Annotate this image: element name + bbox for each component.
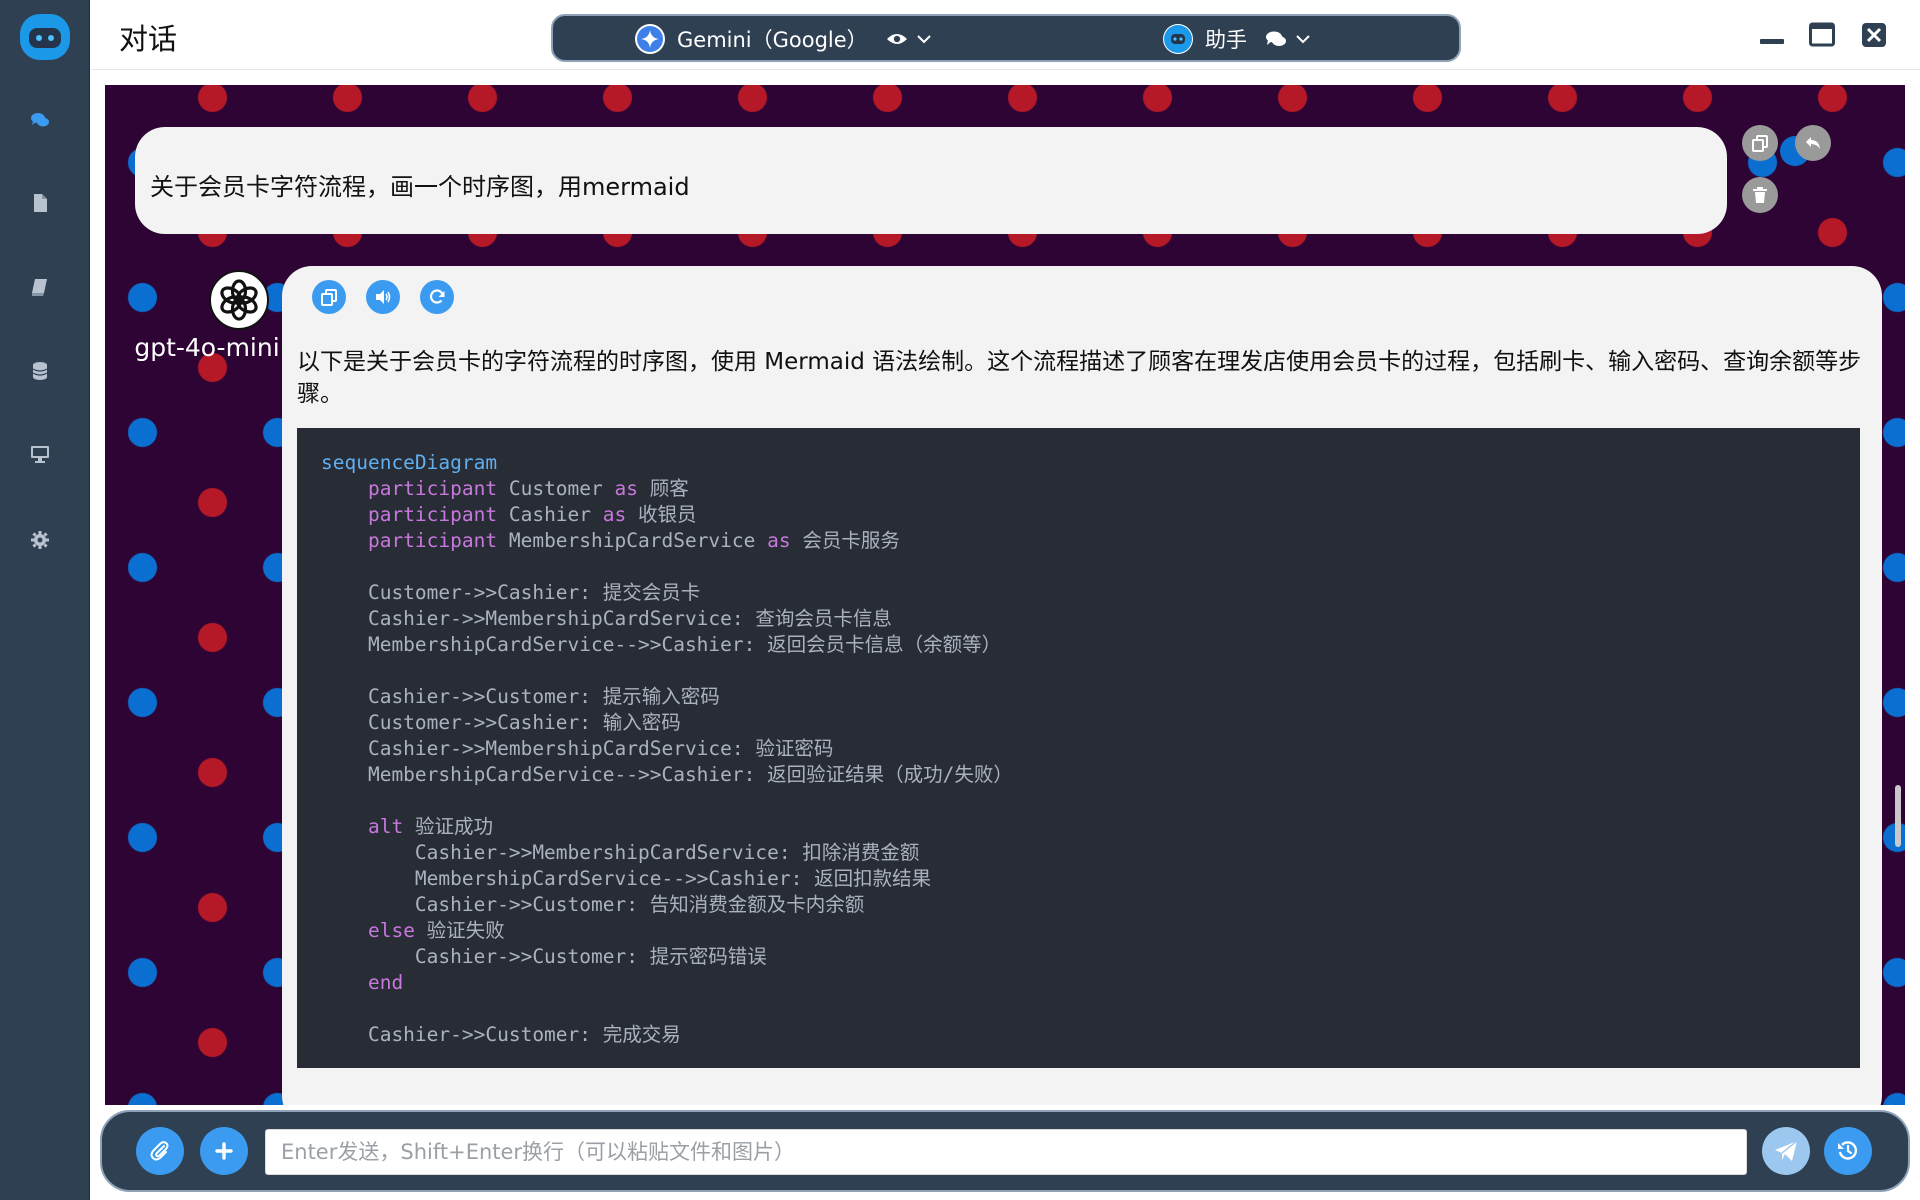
input-bar [100, 1110, 1910, 1192]
openai-logo-icon [220, 279, 258, 321]
code-line: participant Customer as 顾客 [367, 477, 689, 500]
refresh-icon [429, 289, 445, 304]
regenerate-button[interactable] [420, 280, 454, 314]
close-button[interactable] [1861, 22, 1887, 48]
robot-logo-icon [29, 28, 61, 48]
code-line: Cashier->>Customer: 提示密码错误 [321, 945, 767, 968]
code-content: sequenceDiagram participant Customer as … [321, 450, 1013, 1048]
paperclip-icon [150, 1141, 169, 1161]
model-select[interactable]: Gemini（Google） [635, 24, 932, 54]
attach-file-button[interactable] [136, 1127, 184, 1175]
sidebar-item-desktop[interactable] [25, 439, 55, 469]
database-icon [32, 362, 48, 380]
model-select-label: Gemini（Google） [677, 28, 868, 52]
code-line: Cashier->>MembershipCardService: 扣除消费金额 [321, 841, 920, 864]
file-icon [34, 194, 47, 212]
app-window: 对话 Gemini（Google） 助手 关于会员卡字符流程，画一个时序图，用m… [0, 0, 1920, 1200]
minimize-icon [1760, 39, 1784, 44]
minimize-button[interactable] [1759, 22, 1785, 48]
delete-message-button[interactable] [1742, 177, 1778, 213]
send-button[interactable] [1762, 1127, 1810, 1175]
assistant-model-name: gpt-4o-mini [134, 333, 280, 362]
chevron-down-icon [1296, 35, 1310, 44]
chat-scrollbar[interactable] [1895, 785, 1901, 847]
chevron-down-icon [916, 35, 931, 44]
page-title: 对话 [119, 22, 178, 56]
assistant-select[interactable]: 助手 [1163, 24, 1311, 54]
chat-input[interactable] [265, 1129, 1747, 1175]
new-chat-button[interactable] [200, 1127, 248, 1175]
assistant-chat-mode[interactable] [1265, 30, 1311, 48]
sidebar [0, 0, 90, 1200]
assistant-message: 以下是关于会员卡的字符流程的时序图，使用 Mermaid 语法绘制。这个流程描述… [282, 266, 1882, 1105]
read-aloud-button[interactable] [366, 280, 400, 314]
assistant-avatar [209, 270, 269, 330]
gemini-sparkle-icon [635, 24, 665, 54]
reply-icon [1806, 137, 1820, 149]
sidebar-item-documents[interactable] [25, 188, 55, 218]
history-button[interactable] [1824, 1127, 1872, 1175]
volume-icon [376, 290, 391, 304]
code-line: Customer->>Cashier: 提交会员卡 [321, 581, 701, 604]
code-line: alt 验证成功 [367, 815, 493, 838]
code-line: Cashier->>Customer: 完成交易 [321, 1023, 681, 1046]
assistant-select-label: 助手 [1205, 28, 1247, 52]
assistant-message-text: 以下是关于会员卡的字符流程的时序图，使用 Mermaid 语法绘制。这个流程描述… [297, 349, 1862, 407]
copy-response-button[interactable] [312, 280, 346, 314]
code-line: participant MembershipCardService as 会员卡… [367, 529, 900, 552]
code-line: Cashier->>MembershipCardService: 查询会员卡信息 [321, 607, 892, 630]
model-visibility-toggle[interactable] [886, 32, 932, 46]
desktop-icon [31, 446, 49, 463]
undo-message-button[interactable] [1795, 125, 1831, 161]
code-line: Customer->>Cashier: 输入密码 [321, 711, 681, 734]
sidebar-item-knowledge[interactable] [25, 272, 55, 302]
code-line: Cashier->>MembershipCardService: 验证密码 [321, 737, 834, 760]
code-line: MembershipCardService-->>Cashier: 返回会员卡信… [321, 633, 1002, 656]
code-line: end [367, 971, 404, 994]
sidebar-item-chat[interactable] [25, 105, 55, 135]
code-line: sequenceDiagram [321, 451, 498, 474]
app-logo[interactable] [20, 14, 70, 60]
model-selector-bar: Gemini（Google） 助手 [551, 14, 1461, 62]
user-message-text: 关于会员卡字符流程，画一个时序图，用mermaid [150, 173, 690, 201]
code-line: participant Cashier as 收银员 [367, 503, 697, 526]
chat-area[interactable]: 关于会员卡字符流程，画一个时序图，用mermaid gpt-4o-mini 以下… [105, 85, 1905, 1105]
header: 对话 Gemini（Google） 助手 [91, 0, 1920, 70]
book-icon [32, 279, 47, 296]
code-line: MembershipCardService-->>Cashier: 返回扣款结果 [321, 867, 932, 890]
comments-icon [31, 113, 49, 127]
code-block[interactable]: sequenceDiagram participant Customer as … [297, 428, 1860, 1068]
plus-icon [215, 1142, 233, 1160]
paper-plane-icon [1775, 1140, 1798, 1161]
eye-icon [886, 34, 907, 44]
copy-icon [321, 289, 337, 306]
maximize-button[interactable] [1809, 22, 1835, 48]
comments-icon [1266, 31, 1286, 46]
maximize-icon [1809, 22, 1835, 47]
code-line: else 验证失败 [367, 919, 505, 942]
sidebar-item-settings[interactable] [25, 525, 55, 555]
robot-icon [1163, 24, 1193, 54]
copy-icon [1752, 135, 1768, 152]
history-icon [1838, 1141, 1857, 1160]
sidebar-item-database[interactable] [25, 356, 55, 386]
trash-icon [1753, 187, 1767, 203]
code-line: Cashier->>Customer: 告知消费金额及卡内余额 [321, 893, 865, 916]
copy-user-message-button[interactable] [1742, 125, 1778, 161]
code-line: MembershipCardService-->>Cashier: 返回验证结果… [321, 763, 1013, 786]
gear-icon [31, 531, 49, 549]
code-line: Cashier->>Customer: 提示输入密码 [321, 685, 720, 708]
user-message: 关于会员卡字符流程，画一个时序图，用mermaid [135, 127, 1727, 234]
close-icon [1862, 23, 1886, 47]
